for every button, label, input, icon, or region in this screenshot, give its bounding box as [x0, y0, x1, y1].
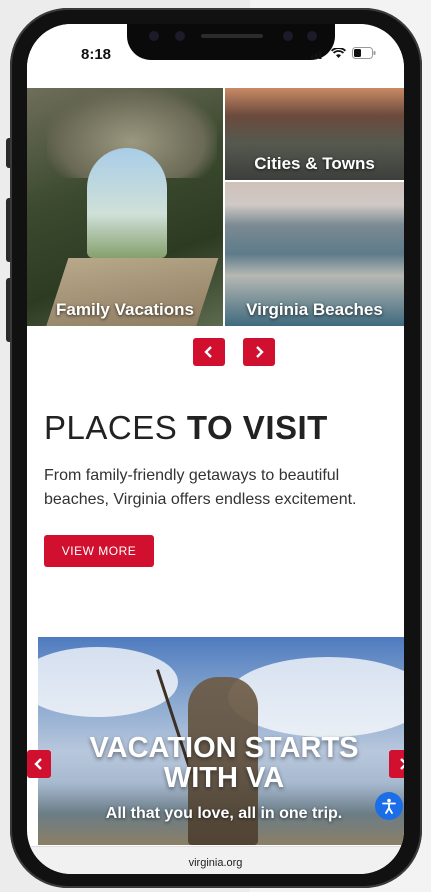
accessibility-button[interactable]: [375, 792, 403, 820]
phone-screen: 8:18 Family Vacations Cities & Towns Vir…: [27, 24, 404, 874]
notch-camera-icon: [307, 31, 317, 41]
tile-label: Family Vacations: [56, 300, 194, 319]
status-bar: 8:18: [27, 24, 404, 88]
arch-opening-image: [87, 148, 167, 258]
hero-next-button[interactable]: [389, 750, 404, 778]
notch-sensor-icon: [283, 31, 293, 41]
cloud-image: [38, 647, 178, 717]
status-icons: [311, 46, 376, 64]
status-time: 8:18: [81, 46, 112, 63]
chevron-right-icon: [400, 758, 404, 770]
hero-banner[interactable]: VACATION STARTS WITH VA All that you lov…: [38, 637, 404, 845]
tile-label: Virginia Beaches: [246, 300, 383, 319]
chevron-right-icon: [256, 346, 264, 358]
carousel-next-button[interactable]: [243, 338, 275, 366]
places-description: From family-friendly getaways to beautif…: [44, 467, 357, 508]
chevron-left-icon: [204, 346, 212, 358]
places-to-visit-heading: PLACES TO VISIT: [44, 409, 328, 447]
carousel-prev-button[interactable]: [193, 338, 225, 366]
hero-title-line: WITH VA: [163, 762, 285, 794]
battery-icon: [352, 46, 376, 64]
url-text: virginia.org: [188, 857, 243, 869]
notch-speaker: [201, 34, 263, 38]
accessibility-icon: [382, 798, 396, 814]
notch-sensor-icon: [149, 31, 159, 41]
wifi-icon: [330, 46, 347, 64]
notch-sensor-icon: [175, 31, 185, 41]
signal-icon: [311, 46, 325, 64]
view-more-button[interactable]: VIEW MORE: [44, 535, 154, 567]
tile-family-vacations[interactable]: Family Vacations: [27, 88, 223, 326]
heading-light: PLACES: [44, 409, 178, 446]
hero-subtitle: All that you love, all in one trip.: [105, 805, 343, 822]
hero-title-line: VACATION STARTS: [89, 732, 359, 764]
tile-label: Cities & Towns: [254, 154, 375, 173]
heading-bold: TO VISIT: [186, 409, 328, 446]
hero-prev-button[interactable]: [27, 750, 51, 778]
phone-frame: 8:18 Family Vacations Cities & Towns Vir…: [10, 8, 422, 888]
browser-url-bar[interactable]: virginia.org: [27, 846, 404, 874]
tile-cities-towns[interactable]: Cities & Towns: [225, 88, 404, 180]
chevron-left-icon: [34, 758, 42, 770]
tile-virginia-beaches[interactable]: Virginia Beaches: [225, 182, 404, 326]
notch: [127, 24, 335, 60]
hero-title: VACATION STARTS WITH VA: [38, 733, 404, 793]
